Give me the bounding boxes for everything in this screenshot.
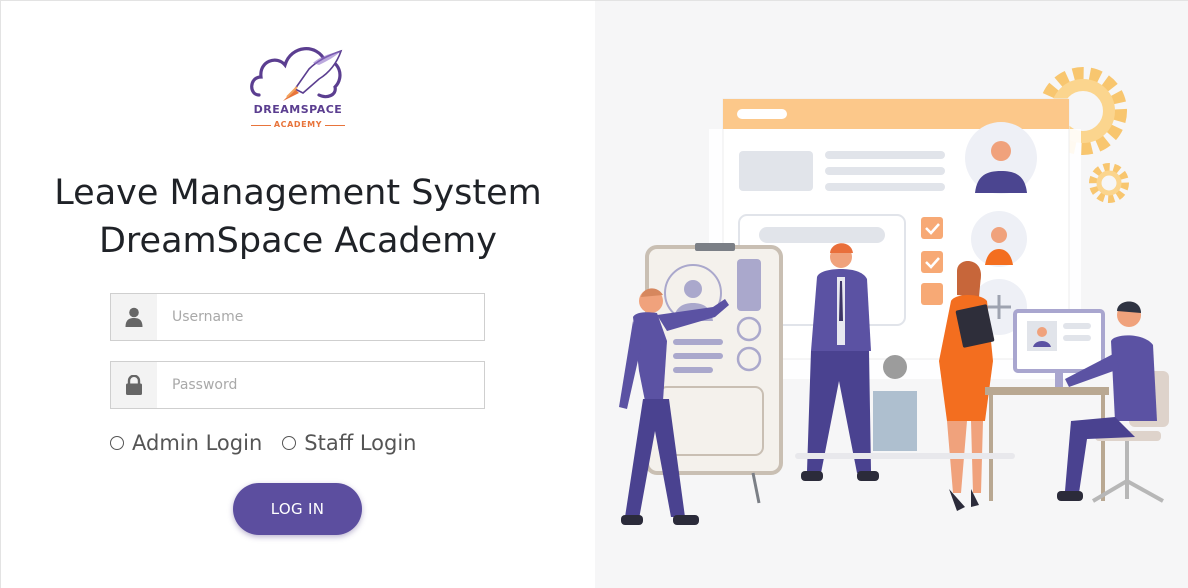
admin-login-option[interactable]: Admin Login bbox=[110, 431, 262, 455]
login-button[interactable]: LOG IN bbox=[233, 483, 362, 535]
password-field bbox=[110, 361, 485, 409]
login-panel: DREAMSPACE ACADEMY Leave Management Syst… bbox=[1, 1, 595, 588]
admin-login-label[interactable]: Admin Login bbox=[132, 431, 262, 455]
username-addon bbox=[111, 294, 157, 340]
username-field bbox=[110, 293, 485, 341]
page-title: Leave Management System DreamSpace Acade… bbox=[1, 169, 595, 265]
password-input[interactable] bbox=[157, 362, 484, 408]
dreamspace-logo: DREAMSPACE ACADEMY bbox=[247, 39, 349, 137]
username-input[interactable] bbox=[157, 294, 484, 340]
title-line-2: DreamSpace Academy bbox=[98, 221, 497, 261]
title-line-1: Leave Management System bbox=[54, 173, 542, 213]
staff-login-label[interactable]: Staff Login bbox=[304, 431, 416, 455]
logo-divider-right bbox=[325, 125, 345, 126]
password-addon bbox=[111, 362, 157, 408]
cloud-rocket-logo-icon bbox=[250, 47, 343, 101]
staff-login-radio[interactable] bbox=[282, 436, 297, 450]
lock-icon bbox=[126, 375, 142, 395]
admin-login-radio[interactable] bbox=[110, 436, 124, 450]
login-type-group: Admin Login Staff Login bbox=[110, 431, 437, 455]
logo-wordmark: DREAMSPACE bbox=[253, 103, 343, 116]
office-team-illustration bbox=[619, 67, 1169, 525]
login-page: DREAMSPACE ACADEMY Leave Management Syst… bbox=[0, 0, 1188, 588]
illustration-panel bbox=[595, 1, 1188, 588]
user-icon bbox=[125, 307, 143, 327]
small-gear-icon bbox=[1089, 163, 1129, 203]
staff-login-option[interactable]: Staff Login bbox=[282, 431, 417, 455]
